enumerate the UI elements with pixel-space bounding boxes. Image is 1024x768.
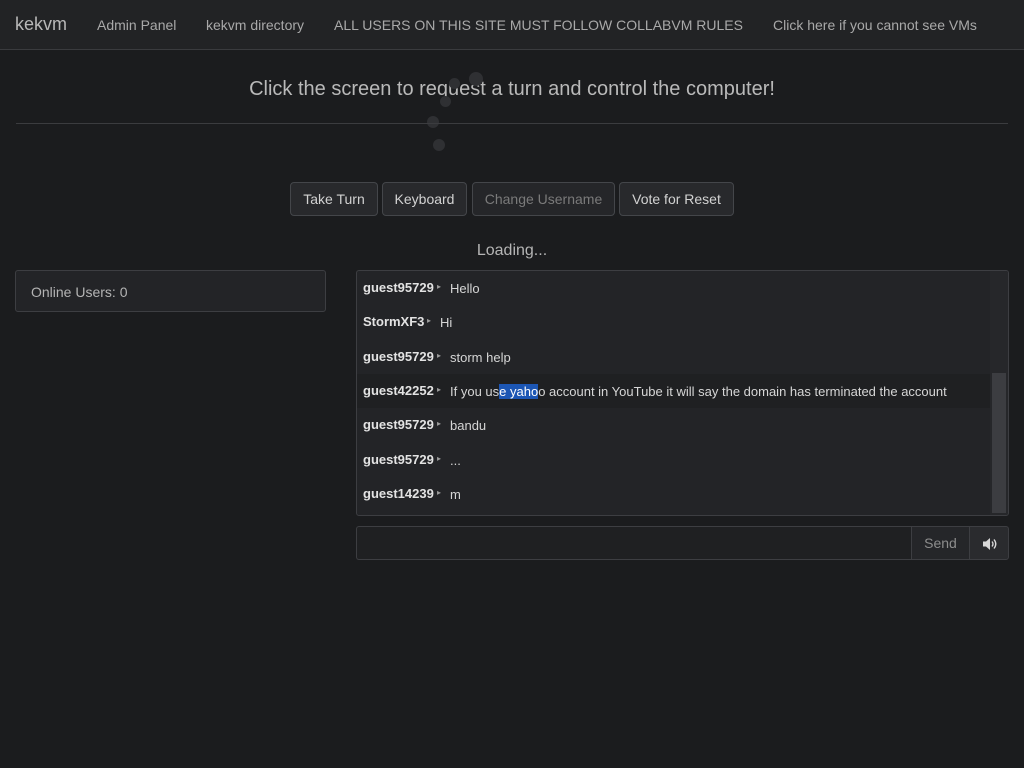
chat-text: bandu xyxy=(450,418,487,433)
chat-panel[interactable]: guest95729 ▸ Hello StormXF3 ▸ Hi guest95… xyxy=(356,270,1009,516)
keyboard-button[interactable]: Keyboard xyxy=(382,182,467,216)
chat-username: guest95729 xyxy=(363,417,434,432)
chat-username: guest42252 xyxy=(363,383,434,398)
triangle-right-icon: ▸ xyxy=(437,385,442,394)
chat-message: guest95729 ▸ Hello xyxy=(357,271,991,305)
chat-text: m xyxy=(450,487,461,502)
brand-link[interactable]: kekvm xyxy=(15,14,67,35)
nav-kekvm-directory[interactable]: kekvm directory xyxy=(206,17,304,33)
triangle-right-icon: ▸ xyxy=(437,454,442,463)
chat-text: Hi xyxy=(440,315,453,330)
triangle-right-icon: ▸ xyxy=(437,488,442,497)
text-selection: e yaho xyxy=(499,384,539,399)
chat-message: StormXF3 ▸ Hi xyxy=(357,305,991,339)
triangle-right-icon: ▸ xyxy=(437,282,442,291)
chat-message: guest95729 ▸ storm help xyxy=(357,340,991,374)
triangle-right-icon: ▸ xyxy=(427,316,432,325)
chat-text: ... xyxy=(450,453,461,468)
chat-text-part: o account in YouTube it will say the dom… xyxy=(538,384,947,399)
chat-input[interactable] xyxy=(356,526,912,560)
online-users-label: Online Users: 0 xyxy=(31,284,128,300)
change-username-button[interactable]: Change Username xyxy=(472,182,615,216)
nav-collabvm-rules[interactable]: ALL USERS ON THIS SITE MUST FOLLOW COLLA… xyxy=(334,17,743,33)
chat-text: Hello xyxy=(450,281,480,296)
chat-username: StormXF3 xyxy=(363,314,425,329)
speaker-icon xyxy=(983,538,997,550)
chat-message: guest14239 ▸ m xyxy=(357,477,991,511)
nav-cannot-see-vms[interactable]: Click here if you cannot see VMs xyxy=(773,17,977,33)
online-users-panel: Online Users: 0 xyxy=(15,270,326,312)
divider xyxy=(16,123,1008,124)
vote-reset-button[interactable]: Vote for Reset xyxy=(619,182,734,216)
triangle-right-icon: ▸ xyxy=(437,419,442,428)
send-button[interactable]: Send xyxy=(911,526,970,560)
chat-message: guest42252 ▸ If you use yahoo account in… xyxy=(357,374,991,408)
nav-admin-panel[interactable]: Admin Panel xyxy=(97,17,176,33)
chat-username: guest14239 xyxy=(363,486,434,501)
loading-status: Loading... xyxy=(476,242,548,259)
chat-text: If you use yahoo account in YouTube it w… xyxy=(450,384,947,399)
chat-text: storm help xyxy=(450,350,511,365)
chat-username: guest95729 xyxy=(363,452,434,467)
chat-message: guest95729 ▸ ... xyxy=(357,443,991,477)
chat-text-part: If you us xyxy=(450,384,500,399)
chat-message: guest95729 ▸ bandu xyxy=(357,408,991,442)
page-headline[interactable]: Click the screen to request a turn and c… xyxy=(0,78,1024,101)
navbar: kekvm Admin Panel kekvm directory ALL US… xyxy=(0,0,1024,50)
chat-username: guest95729 xyxy=(363,280,434,295)
chat-username: guest95729 xyxy=(363,349,434,364)
take-turn-button[interactable]: Take Turn xyxy=(290,182,378,216)
chat-scrollbar-thumb[interactable] xyxy=(992,373,1006,513)
sound-toggle-button[interactable] xyxy=(969,526,1009,560)
triangle-right-icon: ▸ xyxy=(437,351,442,360)
chat-scrollbar[interactable] xyxy=(990,271,1008,515)
